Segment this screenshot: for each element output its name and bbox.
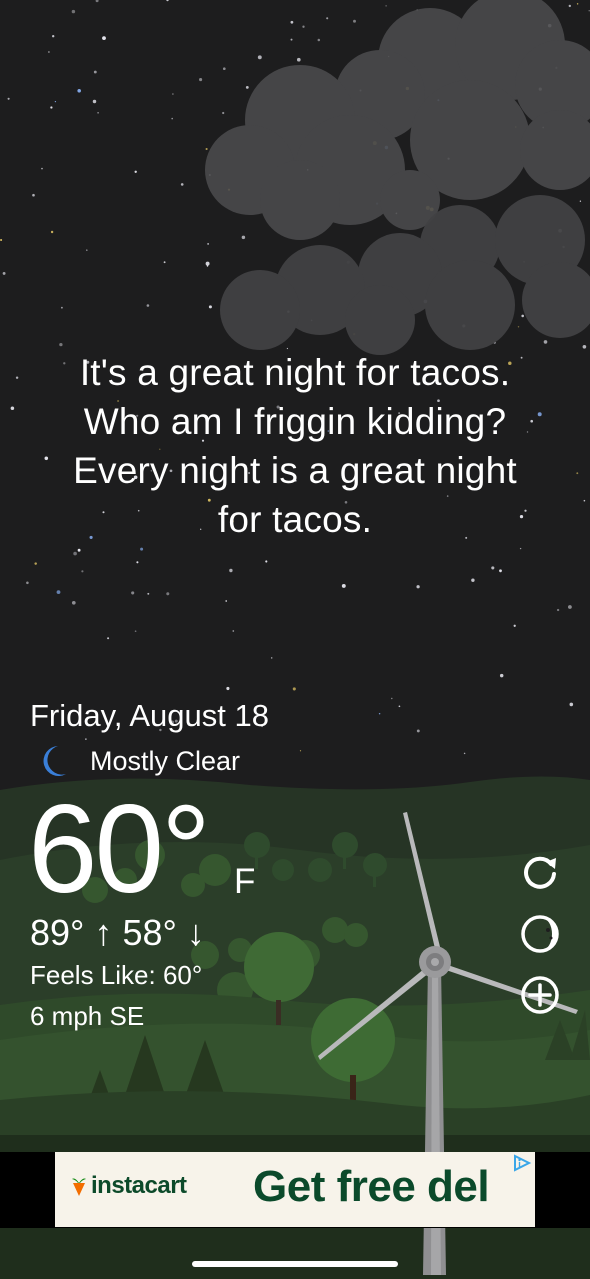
moon-icon <box>43 746 66 776</box>
current-temperature: 60° <box>28 780 211 919</box>
ad-slogan: Get free del <box>253 1162 490 1211</box>
date-label: Friday, August 18 <box>30 698 269 733</box>
home-indicator[interactable] <box>192 1261 398 1267</box>
quote-line: It's a great night for tacos. <box>79 352 511 393</box>
instacart-ad[interactable]: instacart Get free del <box>55 1152 535 1227</box>
weather-screen: It's a great night for tacos. Who am I f… <box>0 0 590 1279</box>
add-location-icon <box>521 976 559 1014</box>
up-arrow-icon: ↑ <box>84 912 123 953</box>
condition-label: Mostly Clear <box>90 745 241 776</box>
high-temperature: 89° <box>30 912 85 953</box>
adchoices-icon[interactable] <box>512 1154 532 1172</box>
quote-line: Every night is a great night <box>73 450 517 491</box>
ad-brand: instacart <box>69 1172 187 1200</box>
refresh-button[interactable] <box>518 850 562 894</box>
moon-phase-icon <box>521 915 559 953</box>
low-temperature: 58° <box>122 912 177 953</box>
ad-brand-name: instacart <box>91 1172 187 1199</box>
refresh-icon <box>524 856 556 889</box>
night-scene-background <box>0 0 590 1279</box>
weather-quote: It's a great night for tacos. Who am I f… <box>30 348 560 544</box>
moon-phase-button[interactable] <box>518 912 562 956</box>
high-low-row: 89° ↑ 58° ↓ <box>30 912 205 954</box>
condition-row: Mostly Clear <box>38 743 240 779</box>
quote-line: for tacos. <box>217 499 373 540</box>
wind-label: 6 mph SE <box>30 1001 145 1031</box>
carrot-icon <box>72 1178 86 1196</box>
temperature-unit: F <box>234 862 256 901</box>
quote-line: Who am I friggin kidding? <box>83 401 507 442</box>
feels-like-label: Feels Like: 60° <box>30 960 203 990</box>
add-location-button[interactable] <box>518 973 562 1017</box>
down-arrow-icon: ↓ <box>176 912 205 953</box>
